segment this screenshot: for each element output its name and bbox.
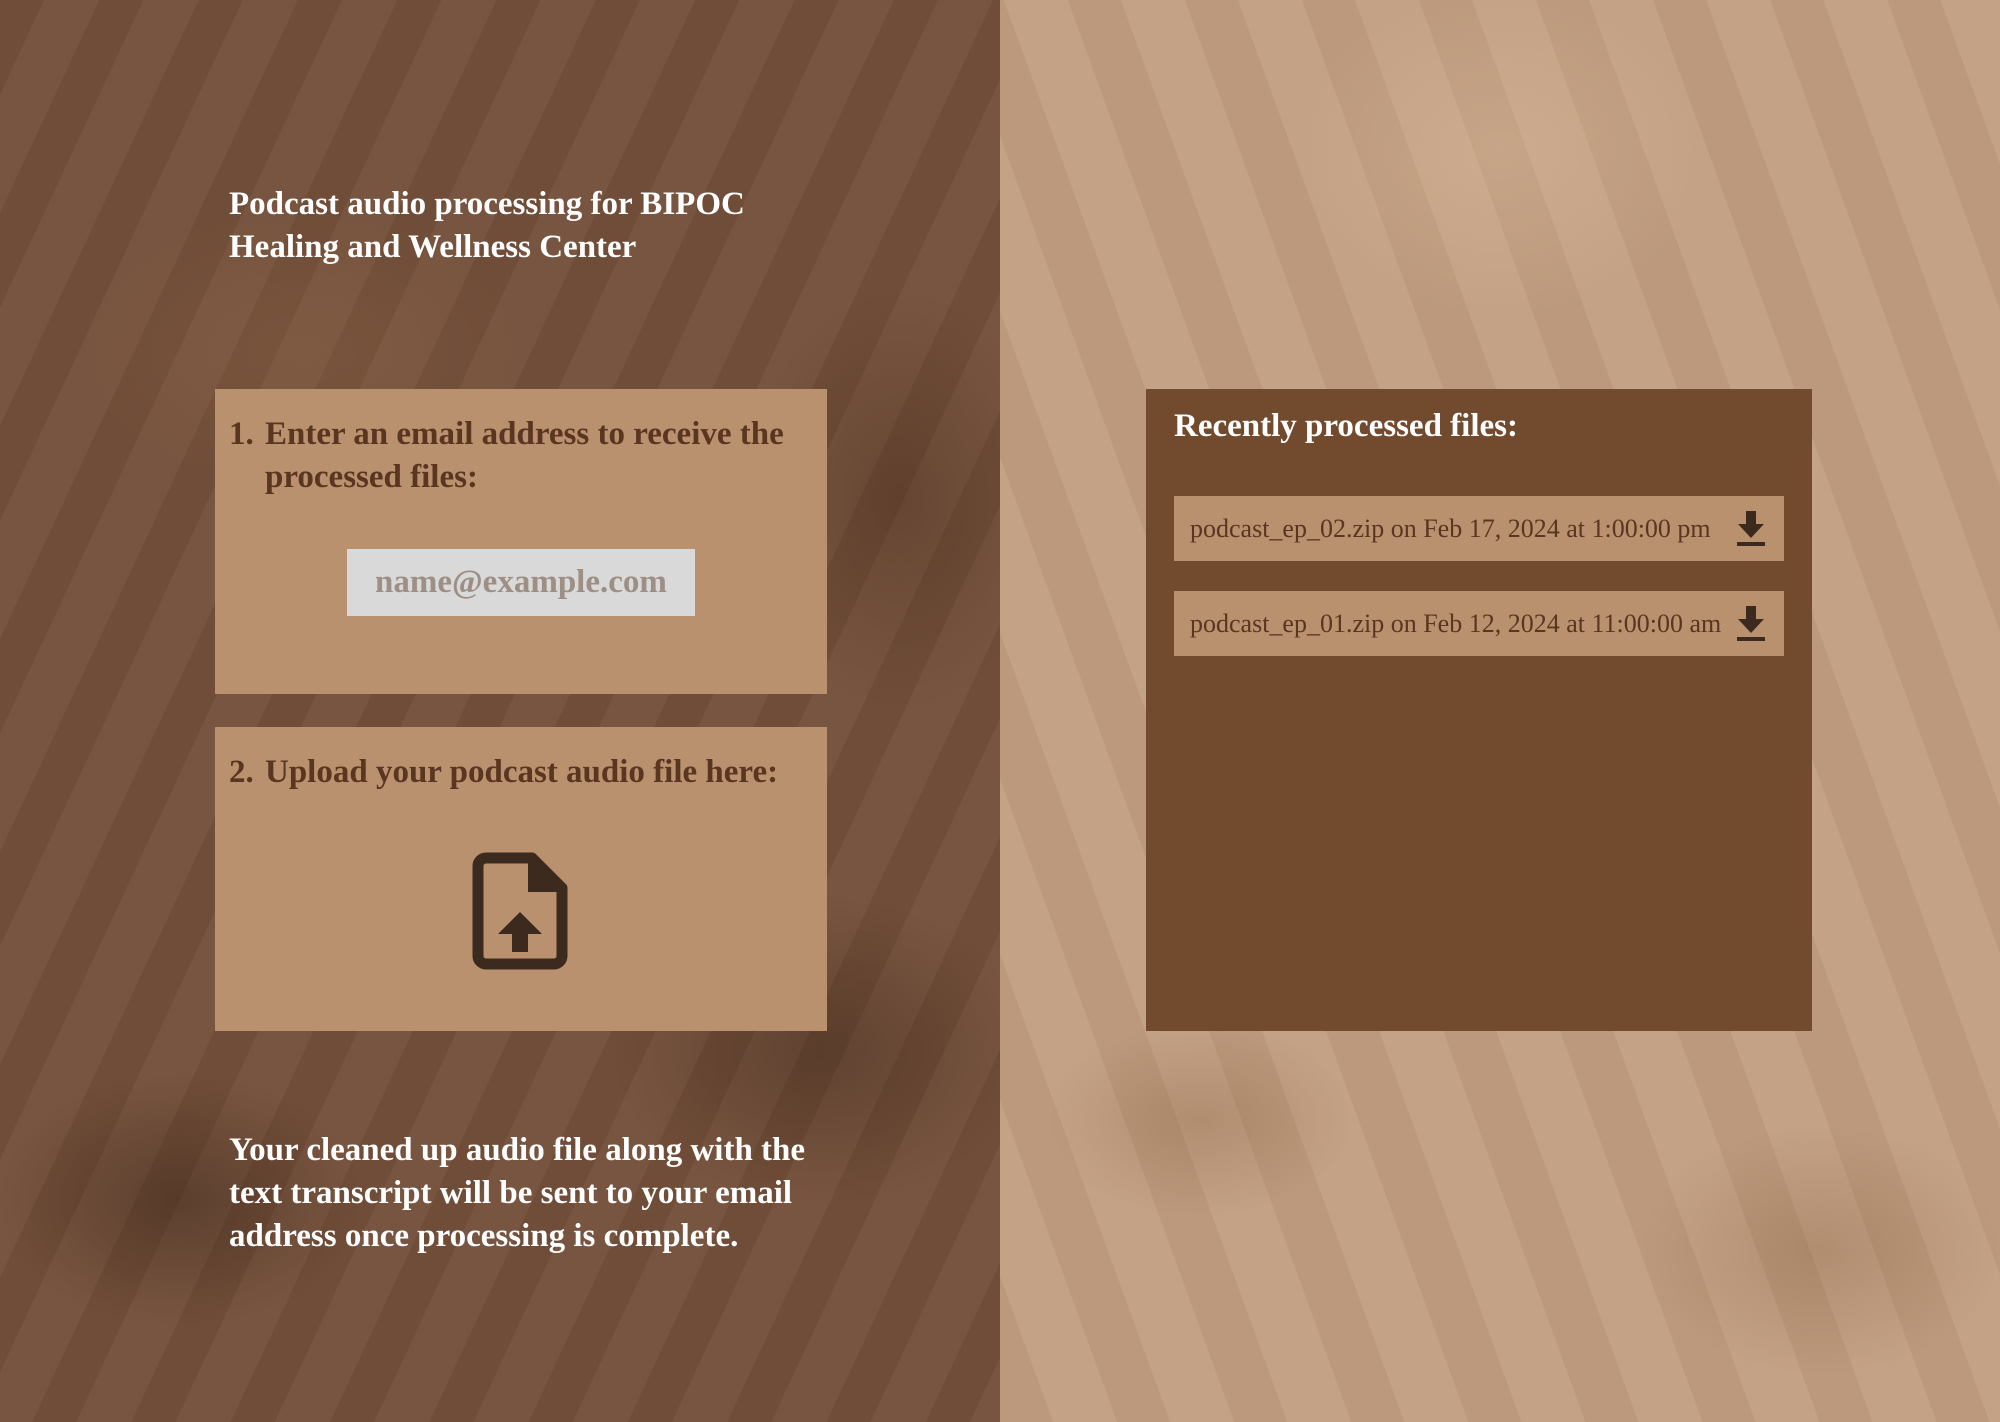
download-icon: [1737, 510, 1765, 546]
download-button[interactable]: [1734, 509, 1768, 549]
processing-note: Your cleaned up audio file along with th…: [229, 1132, 806, 1254]
download-button[interactable]: [1734, 604, 1768, 644]
recent-files-panel: Recently processed files: podcast_ep_02.…: [1146, 389, 1812, 1031]
email-step-number: 1.: [229, 416, 254, 452]
file-upload-icon: [472, 852, 568, 970]
upload-step-heading: 2. Upload your podcast audio file here:: [229, 751, 807, 794]
recent-file-label: podcast_ep_01.zip on Feb 12, 2024 at 11:…: [1190, 608, 1722, 638]
recent-file-label: podcast_ep_02.zip on Feb 17, 2024 at 1:0…: [1190, 513, 1711, 543]
download-icon: [1737, 605, 1765, 641]
email-step-label: Enter an email address to receive the pr…: [265, 416, 784, 495]
email-step-panel: 1. Enter an email address to receive the…: [215, 389, 827, 694]
upload-step-label: Upload your podcast audio file here:: [265, 754, 779, 790]
email-input[interactable]: [347, 549, 695, 616]
page-title: Podcast audio processing for BIPOC Heali…: [229, 186, 745, 265]
recent-file-row: podcast_ep_02.zip on Feb 17, 2024 at 1:0…: [1174, 496, 1784, 561]
upload-file-button[interactable]: [470, 851, 570, 971]
recent-file-row: podcast_ep_01.zip on Feb 12, 2024 at 11:…: [1174, 591, 1784, 656]
upload-step-panel: 2. Upload your podcast audio file here:: [215, 727, 827, 1031]
upload-step-number: 2.: [229, 754, 254, 790]
email-step-heading: 1. Enter an email address to receive the…: [229, 413, 807, 499]
recent-files-title: Recently processed files:: [1174, 408, 1518, 444]
